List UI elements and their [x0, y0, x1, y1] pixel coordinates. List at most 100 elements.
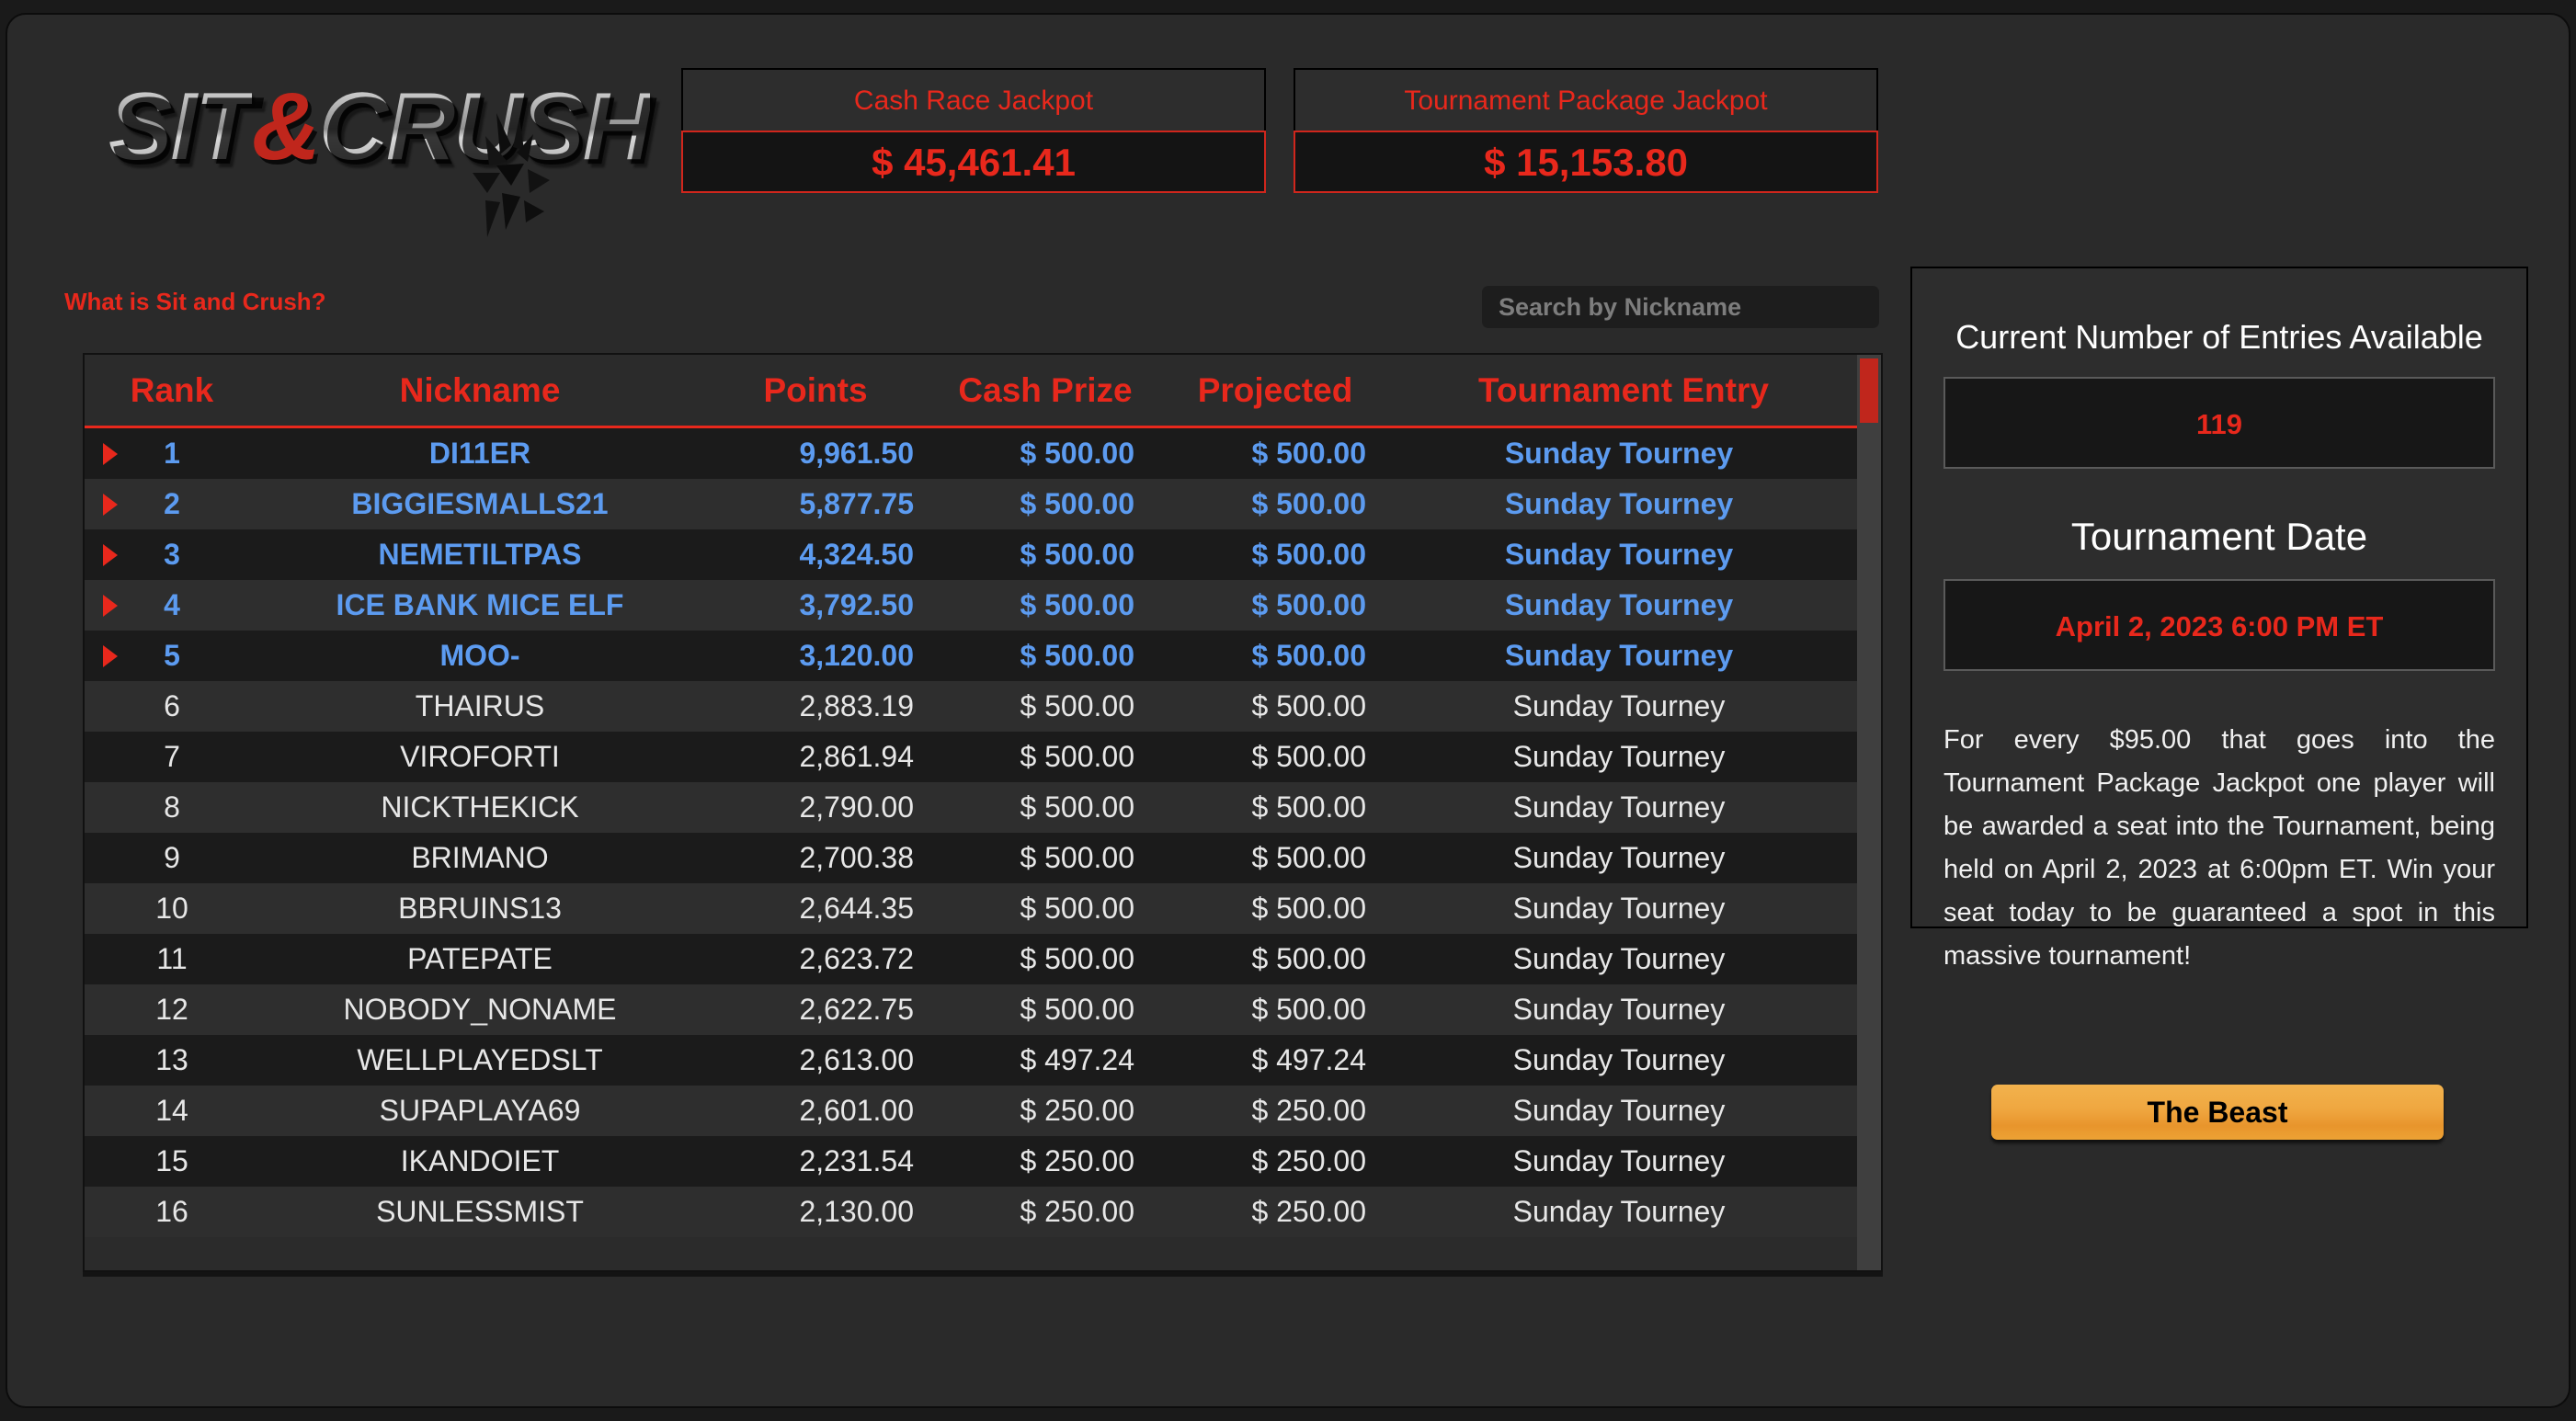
jackpot-cash-race: Cash Race Jackpot $ 45,461.41 — [681, 68, 1266, 193]
cell-points: 5,877.75 — [799, 487, 914, 520]
rank-marker-arrow-icon — [103, 442, 118, 465]
app-frame: SIT&CRUSH Cash Race Jackpot $ 45,461.41 … — [6, 13, 2570, 1408]
cell-rank: 14 — [155, 1094, 188, 1127]
jackpot-tournament-package: Tournament Package Jackpot $ 15,153.80 — [1294, 68, 1878, 193]
the-beast-button[interactable]: The Beast — [1991, 1085, 2444, 1140]
table-row[interactable]: 3 NEMETILTPAS 4,324.50 $ 500.00 $ 500.00 Sund… — [85, 529, 1857, 580]
cell-nickname: BBRUINS13 — [398, 892, 562, 925]
cell-projected: $ 500.00 — [1251, 942, 1366, 975]
table-row[interactable]: 16 SUNLESSMIST 2,130.00 $ 250.00 $ 250.00 Sun… — [85, 1187, 1857, 1237]
tournament-description: For every $95.00 that goes into the Tour… — [1943, 725, 2495, 971]
cell-cash-prize: $ 500.00 — [1020, 740, 1134, 773]
table-row[interactable]: 6 THAIRUS 2,883.19 $ 500.00 $ 500.00 Sunday T… — [85, 681, 1857, 732]
column-header-projected[interactable]: Projected — [1160, 371, 1390, 410]
cell-projected: $ 250.00 — [1251, 1094, 1366, 1127]
leaderboard-scrollbar[interactable] — [1857, 355, 1881, 1270]
cell-nickname: IKANDOIET — [400, 1144, 560, 1177]
tournament-date-label: Tournament Date — [2070, 515, 2368, 558]
table-row[interactable]: 12 NOBODY_NONAME 2,622.75 $ 500.00 $ 500.00 S… — [85, 984, 1857, 1035]
cell-cash-prize: $ 500.00 — [1020, 689, 1134, 722]
table-row[interactable]: 8 NICKTHEKICK 2,790.00 $ 500.00 $ 500.00 Sund… — [85, 782, 1857, 833]
cell-rank: 8 — [164, 790, 180, 824]
cell-points: 4,324.50 — [799, 538, 914, 571]
table-rows-container: 1 DI11ER 9,961.50 $ 500.00 $ 500.00 Sunday To… — [85, 428, 1857, 1237]
cell-points: 2,601.00 — [799, 1094, 914, 1127]
cell-projected: $ 500.00 — [1251, 437, 1366, 470]
jackpot-tournament-package-value: $ 15,153.80 — [1294, 131, 1878, 193]
table-row[interactable]: 15 IKANDOIET 2,231.54 $ 250.00 $ 250.00 Sunda… — [85, 1136, 1857, 1187]
table-row[interactable]: 5 MOO- 3,120.00 $ 500.00 $ 500.00 Sunday Tour… — [85, 631, 1857, 681]
table-row[interactable]: 14 SUPAPLAYA69 2,601.00 $ 250.00 $ 250.00 Sun… — [85, 1086, 1857, 1136]
column-header-cash-prize[interactable]: Cash Prize — [930, 371, 1160, 410]
cell-nickname: BIGGIESMALLS21 — [351, 487, 609, 520]
what-is-sit-and-crush-link[interactable]: What is Sit and Crush? — [64, 288, 326, 316]
table-row[interactable]: 7 VIROFORTI 2,861.94 $ 500.00 $ 500.00 Sunday… — [85, 732, 1857, 782]
cell-projected: $ 250.00 — [1251, 1195, 1366, 1228]
cell-tournament-entry: Sunday Tourney — [1512, 1094, 1726, 1127]
cell-projected: $ 500.00 — [1251, 639, 1366, 672]
table-row[interactable]: 1 DI11ER 9,961.50 $ 500.00 $ 500.00 Sunday To… — [85, 428, 1857, 479]
cell-points: 2,130.00 — [799, 1195, 914, 1228]
rank-marker-arrow-icon — [103, 644, 118, 667]
cell-nickname: THAIRUS — [415, 689, 545, 722]
cell-tournament-entry: Sunday Tourney — [1512, 790, 1726, 824]
jackpot-tournament-package-label: Tournament Package Jackpot — [1294, 68, 1878, 131]
cell-points: 2,790.00 — [799, 790, 914, 824]
column-header-points[interactable]: Points — [701, 371, 930, 410]
cell-points: 2,883.19 — [799, 689, 914, 722]
cell-projected: $ 500.00 — [1251, 538, 1366, 571]
cell-rank: 5 — [85, 639, 259, 673]
cell-cash-prize: $ 500.00 — [1020, 639, 1134, 672]
cell-nickname: VIROFORTI — [400, 740, 560, 773]
cell-nickname: MOO- — [439, 639, 520, 672]
cell-points: 2,231.54 — [799, 1144, 914, 1177]
cell-cash-prize: $ 500.00 — [1020, 437, 1134, 470]
cell-nickname: ICE BANK MICE ELF — [336, 588, 624, 621]
rank-marker-arrow-icon — [103, 543, 118, 566]
table-row[interactable]: 9 BRIMANO 2,700.38 $ 500.00 $ 500.00 Sunday T… — [85, 833, 1857, 883]
cell-cash-prize: $ 250.00 — [1020, 1144, 1134, 1177]
column-header-rank[interactable]: Rank — [85, 371, 259, 410]
cell-nickname: NEMETILTPAS — [378, 538, 582, 571]
cell-nickname: DI11ER — [428, 437, 531, 470]
column-header-tournament-entry[interactable]: Tournament Entry — [1390, 371, 1857, 410]
entries-available-value: 119 — [1943, 377, 2495, 469]
cell-tournament-entry: Sunday Tourney — [1512, 1195, 1726, 1228]
rank-marker-arrow-icon — [103, 493, 118, 516]
leaderboard-scrollbar-thumb[interactable] — [1860, 358, 1878, 423]
site-logo[interactable]: SIT&CRUSH — [108, 72, 652, 237]
cell-rank: 13 — [155, 1043, 188, 1076]
cell-rank: 11 — [156, 942, 188, 975]
rank-number: 2 — [164, 487, 180, 520]
cell-rank: 15 — [155, 1144, 188, 1177]
cell-tournament-entry: Sunday Tourney — [1512, 942, 1726, 975]
table-row[interactable]: 11 PATEPATE 2,623.72 $ 500.00 $ 500.00 Sunday… — [85, 934, 1857, 984]
table-row[interactable]: 2 BIGGIESMALLS21 5,877.75 $ 500.00 $ 500.00 S… — [85, 479, 1857, 529]
cell-tournament-entry: Sunday Tourney — [1504, 487, 1734, 520]
cell-points: 2,622.75 — [799, 993, 914, 1026]
tournament-date-value: April 2, 2023 6:00 PM ET — [1943, 579, 2495, 671]
cell-tournament-entry: Sunday Tourney — [1504, 639, 1734, 672]
page-header: SIT&CRUSH Cash Race Jackpot $ 45,461.41 … — [7, 15, 2569, 244]
column-header-nickname[interactable]: Nickname — [259, 371, 701, 410]
cell-nickname: WELLPLAYEDSLT — [357, 1043, 603, 1076]
table-row[interactable]: 4 ICE BANK MICE ELF 3,792.50 $ 500.00 $ 500.… — [85, 580, 1857, 631]
cell-rank: 7 — [164, 740, 180, 773]
cell-tournament-entry: Sunday Tourney — [1512, 993, 1726, 1026]
cell-points: 3,120.00 — [799, 639, 914, 672]
cell-cash-prize: $ 500.00 — [1020, 841, 1134, 874]
cell-nickname: SUPAPLAYA69 — [379, 1094, 581, 1127]
cell-cash-prize: $ 500.00 — [1020, 588, 1134, 621]
table-row[interactable]: 13 WELLPLAYEDSLT 2,613.00 $ 497.24 $ 497.24 S… — [85, 1035, 1857, 1086]
table-row[interactable]: 10 BBRUINS13 2,644.35 $ 500.00 $ 500.00 Sunda… — [85, 883, 1857, 934]
logo-text-crush: CRUSH — [318, 74, 652, 180]
cell-rank: 3 — [85, 538, 259, 572]
cell-projected: $ 500.00 — [1251, 588, 1366, 621]
cell-nickname: BRIMANO — [411, 841, 549, 874]
cell-points: 2,613.00 — [799, 1043, 914, 1076]
rank-number: 5 — [164, 639, 180, 672]
cell-points: 2,644.35 — [799, 892, 914, 925]
cell-tournament-entry: Sunday Tourney — [1512, 689, 1726, 722]
cell-cash-prize: $ 500.00 — [1020, 993, 1134, 1026]
search-input[interactable] — [1482, 286, 1879, 328]
